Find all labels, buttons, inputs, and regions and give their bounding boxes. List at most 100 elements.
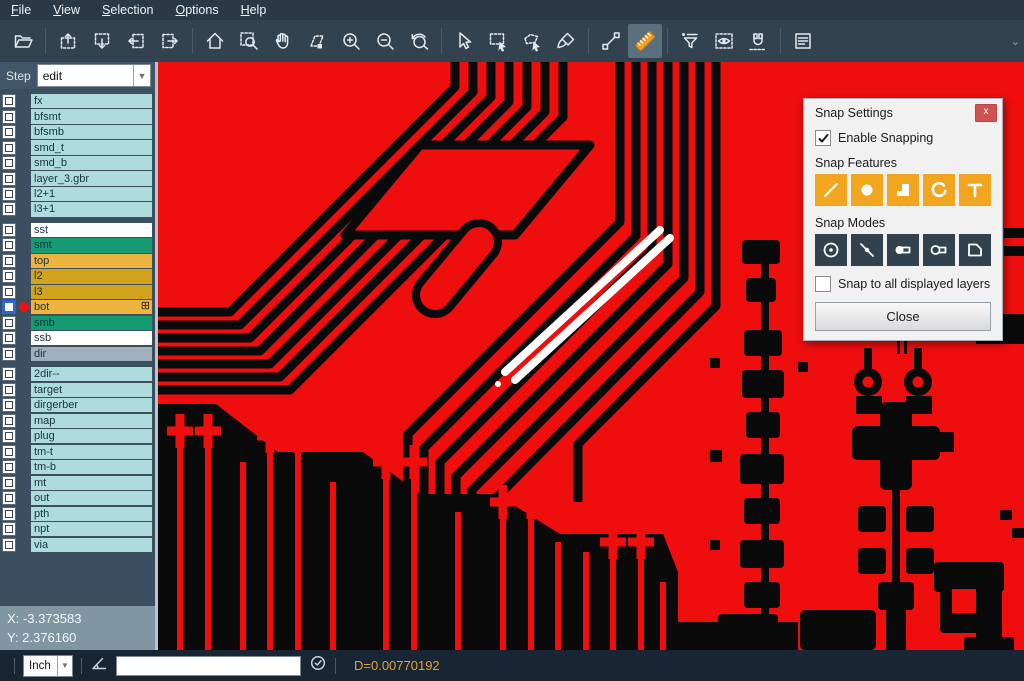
snap-mode-center-button[interactable]	[815, 234, 847, 266]
layer-row-2dir--[interactable]: 2dir--	[0, 367, 155, 381]
step-select[interactable]: edit ▼	[37, 64, 151, 87]
pan-right-button[interactable]	[153, 24, 187, 58]
layer-row-npt[interactable]: npt	[0, 522, 155, 536]
magnet-button[interactable]	[741, 24, 775, 58]
all-layers-row[interactable]: Snap to all displayed layers	[815, 276, 991, 292]
layer-visibility-checkbox[interactable]	[2, 429, 16, 443]
layer-visibility-checkbox[interactable]	[2, 269, 16, 283]
menu-item-selection[interactable]: Selection	[91, 0, 164, 20]
layer-visibility-checkbox[interactable]	[2, 187, 16, 201]
menu-item-file[interactable]: File	[0, 0, 42, 20]
layer-visibility-checkbox[interactable]	[2, 538, 16, 552]
layer-visibility-checkbox[interactable]	[2, 445, 16, 459]
chevron-down-icon[interactable]: ▼	[57, 656, 72, 676]
layer-visibility-checkbox[interactable]	[2, 491, 16, 505]
layer-row-l2+1[interactable]: l2+1	[0, 187, 155, 201]
layer-row-out[interactable]: out	[0, 491, 155, 505]
layer-visibility-checkbox[interactable]	[2, 125, 16, 139]
layer-row-dirgerber[interactable]: dirgerber	[0, 398, 155, 412]
layer-visibility-checkbox[interactable]	[2, 383, 16, 397]
layer-row-plug[interactable]: plug	[0, 429, 155, 443]
snap-feature-circle-button[interactable]	[851, 174, 883, 206]
select-cursor-button[interactable]	[447, 24, 481, 58]
snap-mode-midpoint-button[interactable]	[851, 234, 883, 266]
pan-left-button[interactable]	[119, 24, 153, 58]
layer-row-smd_t[interactable]: smd_t	[0, 140, 155, 154]
zoom-region-button[interactable]	[232, 24, 266, 58]
layer-row-l3[interactable]: l3	[0, 285, 155, 299]
layer-visibility-checkbox[interactable]	[2, 141, 16, 155]
layer-row-bfsmb[interactable]: bfsmb	[0, 125, 155, 139]
layer-row-smt[interactable]: smt	[0, 238, 155, 252]
layer-visibility-checkbox[interactable]	[2, 172, 16, 186]
dialog-titlebar[interactable]: Snap Settings x	[804, 99, 1002, 123]
measure-input[interactable]	[116, 656, 301, 676]
layer-visibility-checkbox[interactable]	[2, 522, 16, 536]
measure-line-button[interactable]	[594, 24, 628, 58]
snap-feature-line-button[interactable]	[815, 174, 847, 206]
layer-visibility-checkbox[interactable]	[2, 285, 16, 299]
layer-visibility-checkbox[interactable]	[2, 238, 16, 252]
snap-mode-pad-filled-button[interactable]	[887, 234, 919, 266]
layer-row-top[interactable]: top	[0, 254, 155, 268]
chevron-down-icon[interactable]: ▼	[133, 65, 150, 86]
layer-visibility-checkbox[interactable]	[2, 398, 16, 412]
layer-visibility-checkbox[interactable]	[2, 331, 16, 345]
layer-visibility-checkbox[interactable]	[2, 507, 16, 521]
zoom-out-button[interactable]	[368, 24, 402, 58]
snap-feature-text-button[interactable]	[959, 174, 991, 206]
snap-mode-corner-button[interactable]	[959, 234, 991, 266]
brush-button[interactable]	[549, 24, 583, 58]
layer-row-tm-b[interactable]: tm-b	[0, 460, 155, 474]
transform-vertex-button[interactable]	[300, 24, 334, 58]
layer-row-smb[interactable]: smb	[0, 316, 155, 330]
layer-row-bot[interactable]: bot⊞	[0, 300, 155, 314]
layer-row-sst[interactable]: sst	[0, 223, 155, 237]
refresh-check-icon[interactable]	[309, 654, 327, 677]
filter-button[interactable]	[673, 24, 707, 58]
menu-item-view[interactable]: View	[42, 0, 91, 20]
layer-row-smd_b[interactable]: smd_b	[0, 156, 155, 170]
pan-down-button[interactable]	[85, 24, 119, 58]
home-view-button[interactable]	[198, 24, 232, 58]
dialog-close-action-button[interactable]: Close	[815, 302, 991, 331]
show-region-button[interactable]	[707, 24, 741, 58]
grid-icon[interactable]: ⊞	[141, 299, 150, 312]
pan-hand-button[interactable]	[266, 24, 300, 58]
zoom-previous-button[interactable]	[402, 24, 436, 58]
layer-visibility-checkbox[interactable]	[2, 254, 16, 268]
layer-row-ssb[interactable]: ssb	[0, 331, 155, 345]
rect-select-button[interactable]	[481, 24, 515, 58]
layer-row-map[interactable]: map	[0, 414, 155, 428]
layer-row-layer_3.gbr[interactable]: layer_3.gbr	[0, 171, 155, 185]
layer-visibility-checkbox[interactable]	[2, 316, 16, 330]
snap-feature-surface-button[interactable]	[887, 174, 919, 206]
layer-row-l3+1[interactable]: l3+1	[0, 202, 155, 216]
unit-select[interactable]: Inch ▼	[23, 655, 73, 677]
layer-row-via[interactable]: via	[0, 538, 155, 552]
layer-visibility-checkbox[interactable]	[2, 367, 16, 381]
layer-visibility-checkbox[interactable]	[2, 476, 16, 490]
layer-visibility-checkbox[interactable]	[2, 414, 16, 428]
layer-visibility-checkbox[interactable]	[2, 94, 16, 108]
menu-item-options[interactable]: Options	[164, 0, 229, 20]
layer-visibility-checkbox[interactable]	[2, 223, 16, 237]
enable-snapping-checkbox[interactable]	[815, 130, 831, 146]
snap-mode-pad-outline-button[interactable]	[923, 234, 955, 266]
dialog-close-button[interactable]: x	[975, 104, 997, 122]
pan-up-button[interactable]	[51, 24, 85, 58]
layer-visibility-checkbox[interactable]	[2, 347, 16, 361]
toolbar-overflow-chevron[interactable]: ⌄	[1011, 35, 1020, 48]
layer-visibility-checkbox[interactable]	[2, 156, 16, 170]
angle-icon[interactable]	[90, 654, 108, 677]
layer-row-dir[interactable]: dir	[0, 347, 155, 361]
layer-row-mt[interactable]: mt	[0, 476, 155, 490]
zoom-in-button[interactable]	[334, 24, 368, 58]
menu-item-help[interactable]: Help	[230, 0, 278, 20]
layer-row-pth[interactable]: pth	[0, 507, 155, 521]
enable-snapping-row[interactable]: Enable Snapping	[815, 130, 991, 146]
layer-row-target[interactable]: target	[0, 383, 155, 397]
snap-feature-arc-button[interactable]	[923, 174, 955, 206]
layer-row-bfsmt[interactable]: bfsmt	[0, 109, 155, 123]
layer-row-fx[interactable]: fx	[0, 94, 155, 108]
